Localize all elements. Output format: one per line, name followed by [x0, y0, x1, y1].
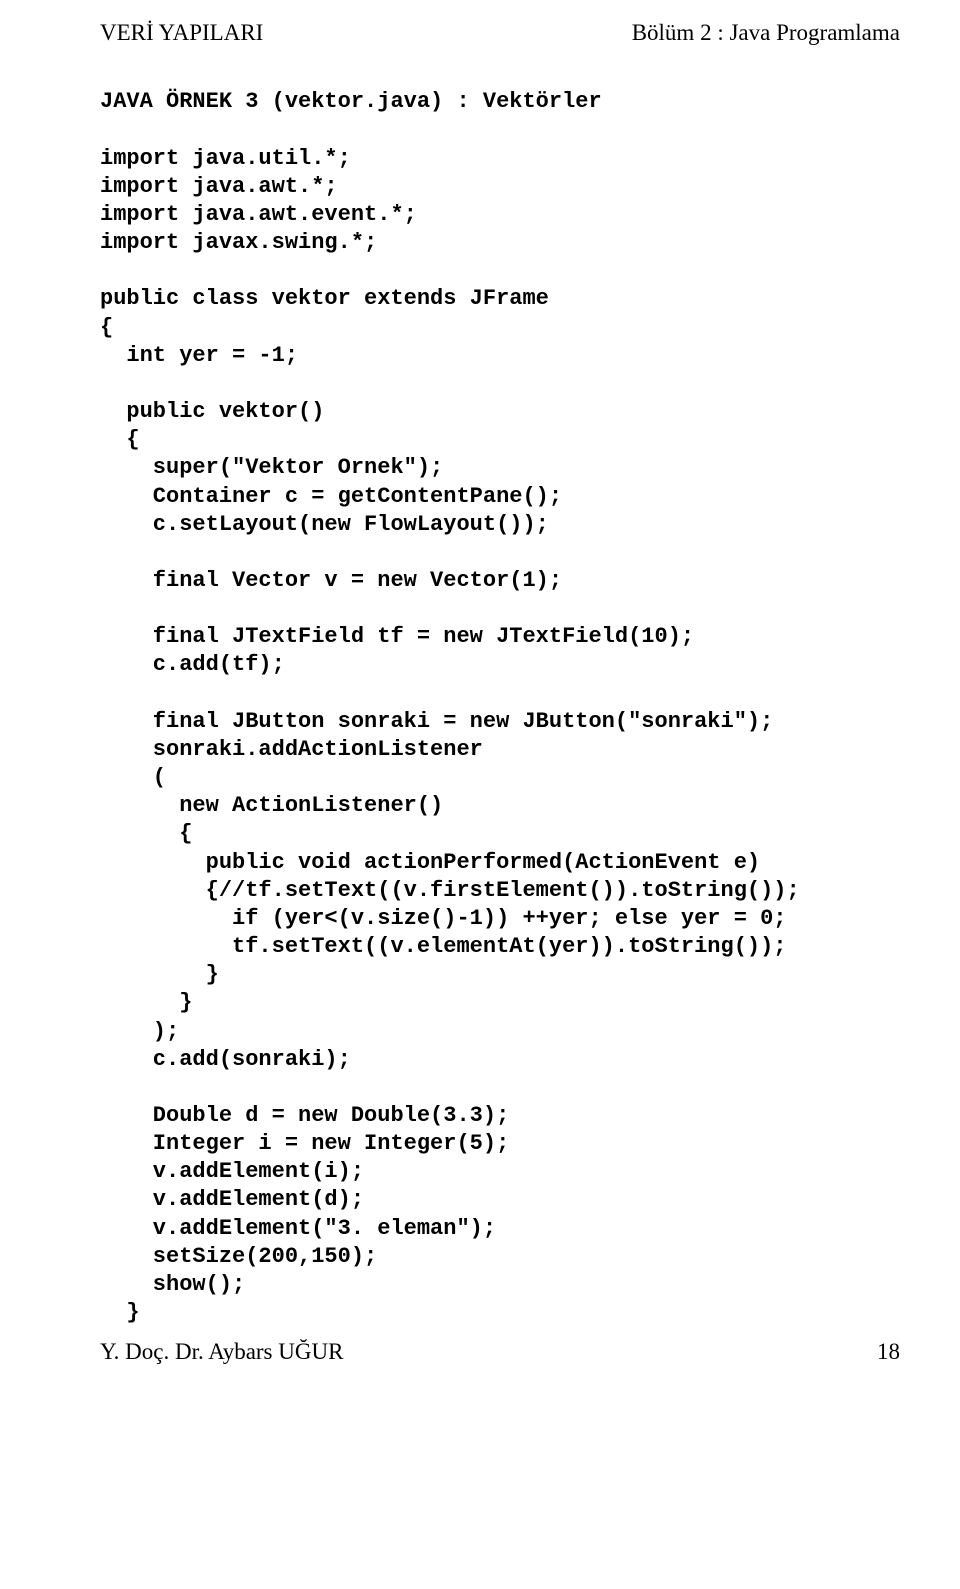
footer-page-number: 18	[877, 1337, 900, 1367]
header-left: VERİ YAPILARI	[100, 18, 263, 48]
footer-author: Y. Doç. Dr. Aybars UĞUR	[100, 1337, 343, 1367]
code-listing: JAVA ÖRNEK 3 (vektor.java) : Vektörler i…	[100, 88, 900, 1327]
header-right: Bölüm 2 : Java Programlama	[632, 18, 900, 48]
page-footer: Y. Doç. Dr. Aybars UĞUR 18	[100, 1337, 900, 1367]
page-header: VERİ YAPILARI Bölüm 2 : Java Programlama	[100, 18, 900, 48]
